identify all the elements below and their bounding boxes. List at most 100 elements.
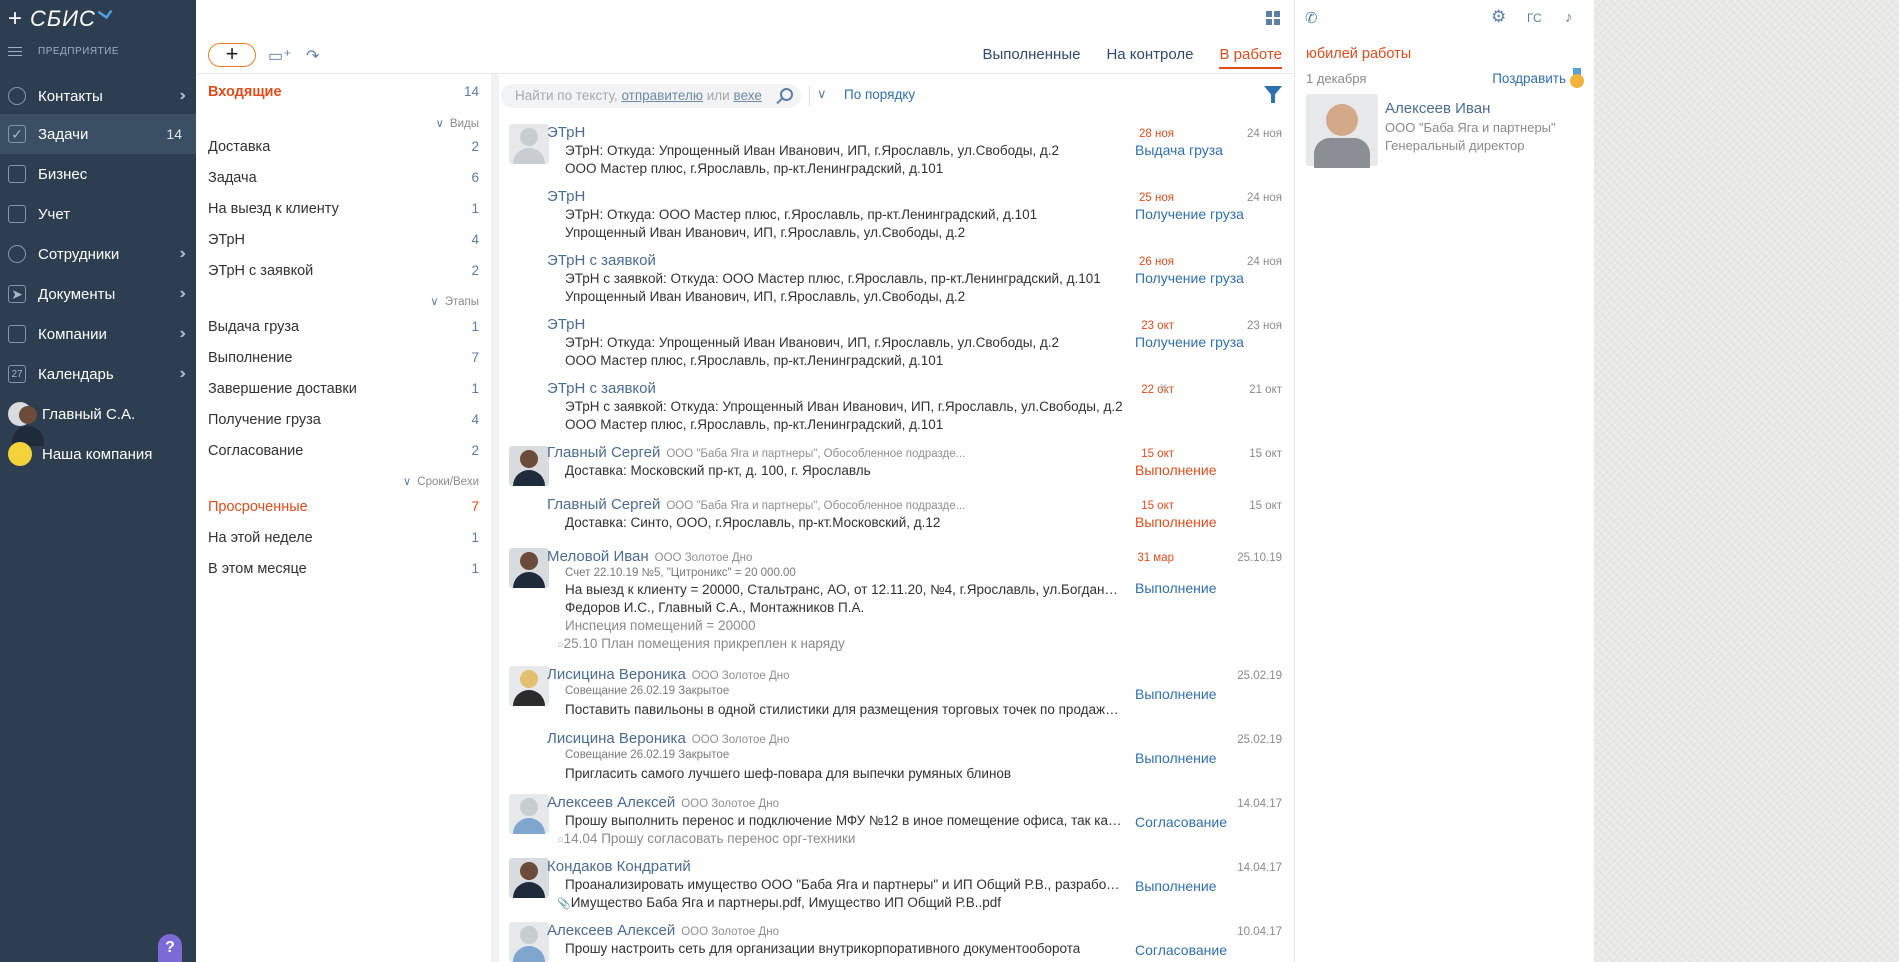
task-stage[interactable]: Выполнение [1135,686,1216,702]
expand-icon[interactable]: ›› [179,245,185,263]
filter-this-week[interactable]: На этой неделе 1 [208,530,479,552]
filter-inbox[interactable]: Входящие 14 [208,84,479,106]
filter-stage[interactable]: Завершение доставки 1 [208,381,479,403]
search-by-milestone-link[interactable]: вехе [733,88,761,103]
help-button[interactable]: ? [158,934,182,962]
task-text: Федоров И.С., Главный С.А., Монтажников … [565,600,865,615]
close-icon[interactable]: × [1159,379,1168,396]
task-linked-doc[interactable]: Совещание 26.02.19 Закрытое [565,749,729,761]
nav-item-documents[interactable]: ➤ Документы ›› [0,274,196,314]
task-stage[interactable]: Получение груза [1135,334,1244,350]
task-row[interactable]: Лисицина Вероника ООО Золотое Дно 25.02.1… [499,724,1294,788]
task-comment[interactable]: 14.04 Прошу согласовать перенос орг-техн… [557,831,856,846]
tab-on-control[interactable]: На контроле [1106,46,1193,69]
person-name[interactable]: Алексеев Иван [1385,100,1490,117]
task-stage[interactable]: Выполнение [1135,514,1216,530]
filter-stage[interactable]: Выполнение 7 [208,350,479,372]
group-types-header[interactable]: Виды [436,116,479,130]
nav-label: Контакты [38,87,103,105]
tab-completed[interactable]: Выполненные [982,46,1080,69]
filter-label: В этом месяце [208,561,307,577]
nav-item-tasks[interactable]: ✓ Задачи 14 [0,114,196,154]
expand-icon[interactable]: ›› [179,325,185,343]
filter-type[interactable]: ЭТрН с заявкой 2 [208,263,479,285]
expand-icon[interactable]: ›› [179,285,185,303]
nav-item-business[interactable]: Бизнес [0,154,196,194]
task-linked-doc[interactable]: Совещание 26.02.19 Закрытое [565,685,729,697]
bell-icon[interactable]: ♪ [1565,9,1573,26]
calendar-icon: 27 [8,365,26,383]
filter-type[interactable]: На выезд к клиенту 1 [208,201,479,223]
task-row[interactable]: ЭТрН 28 ноя 24 ноя Выдача груза ЭТрН: От… [499,118,1294,182]
grid-view-icon[interactable] [1266,11,1280,25]
sort-dropdown[interactable]: По порядку [844,87,915,102]
gear-icon[interactable]: ⚙ [1491,7,1506,27]
group-deadlines-header[interactable]: Сроки/Вехи [403,474,479,488]
task-comment[interactable]: 25.10 План помещения прикреплен к наряду [557,636,845,651]
initials-gs[interactable]: ГС [1527,11,1542,25]
anniversary-date: 1 декабря [1306,71,1367,86]
nav-item-user[interactable]: Главный С.А. [0,394,196,446]
filter-type[interactable]: Доставка 2 [208,139,479,161]
nav-item-accounting[interactable]: Учет [0,194,196,234]
expand-icon[interactable]: ›› [179,87,185,105]
filter-overdue[interactable]: Просроченные 7 [208,499,479,521]
search-icon[interactable] [780,88,793,101]
task-attachments[interactable]: Имущество Баба Яга и партнеры.pdf, Имуще… [557,895,1001,910]
task-text: ЭТрН: Откуда: Упрощенный Иван Иванович, … [565,335,1060,350]
task-stage[interactable]: Выполнение [1135,878,1216,894]
sbis-logo[interactable]: + СБИС [8,4,113,34]
filter-type[interactable]: Задача 6 [208,170,479,192]
group-stages-header[interactable]: Этапы [430,294,479,308]
create-plus-icon[interactable]: + [8,7,22,31]
filter-type[interactable]: ЭТрН 4 [208,232,479,254]
task-linked-doc[interactable]: Счет 22.10.19 №5, "Цитроникс" = 20 000.0… [565,567,796,579]
phone-icon[interactable]: ✆ [1305,9,1318,27]
task-row[interactable]: ЭТрН с заявкой 26 ноя 24 ноя Получение г… [499,246,1294,310]
task-row[interactable]: Главный Сергей ООО "Баба Яга и партнеры",… [499,438,1294,490]
enterprise-menu[interactable]: ПРЕДПРИЯТИЕ [8,46,119,57]
task-stage[interactable]: Выдача груза [1135,142,1223,158]
avatar [509,858,549,898]
filter-stage[interactable]: Согласование 2 [208,443,479,465]
nav-item-our-company[interactable]: Наша компания [0,434,196,474]
nav-item-calendar[interactable]: 27 Календарь ›› [0,354,196,394]
filter-count: 6 [471,170,479,185]
task-row[interactable]: Лисицина Вероника ООО Золотое Дно 25.02.1… [499,660,1294,724]
task-stage[interactable]: Согласование [1135,814,1227,830]
logo-text: СБИС [30,6,96,31]
search-input[interactable]: Найти по тексту, отправителю или вехе [501,84,801,108]
create-task-button[interactable]: + [208,43,256,67]
tab-in-work[interactable]: В работе [1219,46,1282,69]
nav-item-contacts[interactable]: Контакты ›› [0,76,196,116]
search-by-sender-link[interactable]: отправителю [621,88,703,103]
task-stage[interactable]: Выполнение [1135,750,1216,766]
task-row[interactable]: Кондаков Кондратий 14.04.17 Выполнение П… [499,852,1294,916]
task-stage[interactable]: Согласование [1135,942,1227,958]
expand-icon[interactable]: ›› [179,365,185,383]
congratulate-button[interactable]: Поздравить [1492,71,1566,86]
task-stage[interactable]: Выполнение [1135,462,1216,478]
forward-icon[interactable]: ↷ [306,46,319,66]
new-folder-icon[interactable]: ▭⁺ [268,46,292,66]
nav-item-employees[interactable]: Сотрудники ›› [0,234,196,274]
task-row[interactable]: ЭТрН с заявкой 22 окт 21 окт × ЭТрН с за… [499,374,1294,438]
task-stage[interactable]: Выполнение [1135,580,1216,596]
task-row[interactable]: Главный Сергей ООО "Баба Яга и партнеры",… [499,490,1294,542]
filter-label: Входящие [208,84,282,100]
nav-item-companies[interactable]: Компании ›› [0,314,196,354]
person-avatar[interactable] [1306,94,1378,168]
task-row[interactable]: ЭТрН 23 окт 23 ноя Получение груза ЭТрН:… [499,310,1294,374]
task-row[interactable]: Алексеев Алексей ООО Золотое Дно 10.04.17… [499,916,1294,962]
chevron-down-icon[interactable]: ∨ [817,86,827,102]
filter-stage[interactable]: Выдача груза 1 [208,319,479,341]
task-row[interactable]: ЭТрН 25 ноя 24 ноя Получение груза ЭТрН:… [499,182,1294,246]
task-stage[interactable]: Получение груза [1135,270,1244,286]
filter-this-month[interactable]: В этом месяце 1 [208,561,479,583]
task-row[interactable]: Меловой Иван ООО Золотое Дно 31 мар 25.10… [499,542,1294,660]
task-row[interactable]: Алексеев Алексей ООО Золотое Дно 14.04.17… [499,788,1294,852]
filter-stage[interactable]: Получение груза 4 [208,412,479,434]
menu-icon[interactable] [8,47,22,56]
filter-icon[interactable] [1264,86,1282,103]
task-stage[interactable]: Получение груза [1135,206,1244,222]
